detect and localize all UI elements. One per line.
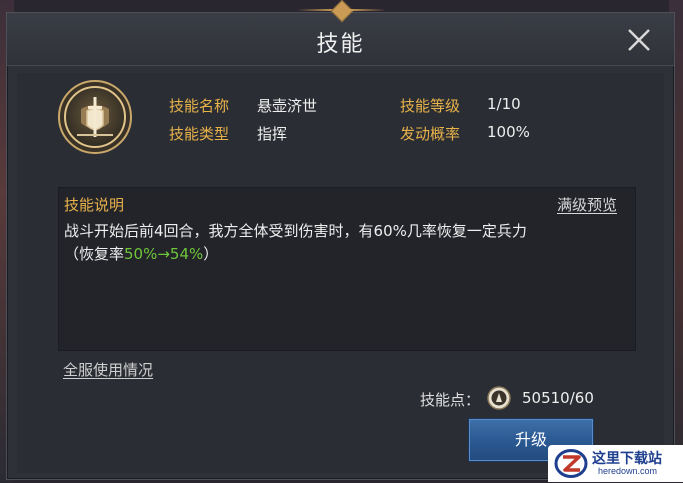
description-line-1: 战斗开始后前4回合，我方全体受到伤害时，有60%几率恢复一定兵力 <box>64 222 527 240</box>
description-box: 技能说明 满级预览 战斗开始后前4回合，我方全体受到伤害时，有60%几率恢复一定… <box>58 187 636 351</box>
title-ornament-gem <box>330 0 354 23</box>
max-level-preview-link[interactable]: 满级预览 <box>557 194 617 215</box>
shield-sword-emblem-icon <box>57 79 133 155</box>
trigger-chance-value: 100% <box>487 123 530 141</box>
skill-name-label: 技能名称 <box>169 97 230 115</box>
watermark-badge: 这里下载站 heredown.com <box>548 445 683 482</box>
close-icon[interactable] <box>624 25 654 55</box>
description-line-2: （恢复率50%→54%） <box>64 243 632 266</box>
description-line-2-prefix: （恢复率 <box>64 245 125 263</box>
skill-points-label: 技能点： <box>420 391 481 409</box>
skill-level-value: 1/10 <box>487 95 521 113</box>
description-line-2-suffix: ） <box>203 245 219 263</box>
trigger-chance-label: 发动概率 <box>400 125 461 143</box>
server-usage-link[interactable]: 全服使用情况 <box>63 359 153 380</box>
dialog-content: 技能名称 悬壶济世 技能类型 指挥 技能等级 1/10 发动概率 100% 技能… <box>17 73 664 473</box>
recovery-rate-highlight: 50%→54% <box>124 245 204 263</box>
dialog-title: 技能 <box>316 32 365 57</box>
z-logo-icon <box>554 448 588 479</box>
title-bar: 技能 <box>7 0 674 66</box>
description-title: 技能说明 <box>64 196 125 214</box>
skill-name-value: 悬壶济世 <box>257 97 318 115</box>
description-text: 战斗开始后前4回合，我方全体受到伤害时，有60%几率恢复一定兵力 （恢复率50%… <box>64 220 632 266</box>
skill-dialog: 技能 技能名称 悬壶济世 技能类型 指挥 技能等级 1/10 发动概率 100%… <box>6 0 675 480</box>
skill-points-value: 50510/60 <box>522 389 594 407</box>
title-ornament-left <box>297 9 333 11</box>
skill-type-label: 技能类型 <box>169 125 230 143</box>
skill-level-label: 技能等级 <box>400 97 461 115</box>
skill-type-value: 指挥 <box>257 125 288 143</box>
skill-point-icon <box>487 386 511 410</box>
title-ornament-right <box>350 9 386 11</box>
watermark-url: heredown.com <box>598 466 658 476</box>
watermark-title: 这里下载站 <box>592 451 662 467</box>
